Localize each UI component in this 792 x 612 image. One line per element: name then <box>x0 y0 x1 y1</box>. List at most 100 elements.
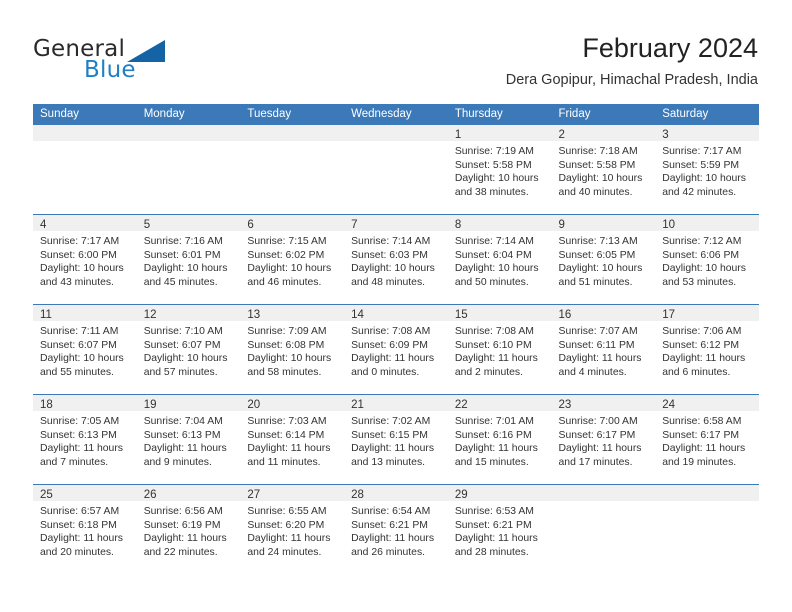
calendar-table: Sunday Monday Tuesday Wednesday Thursday… <box>33 104 759 574</box>
day-cell[interactable]: 2 Sunrise: 7:18 AM Sunset: 5:58 PM Dayli… <box>551 125 656 215</box>
day-cell[interactable]: 23 Sunrise: 7:00 AM Sunset: 6:17 PM Dayl… <box>551 394 656 485</box>
day-details <box>33 141 137 145</box>
day-cell[interactable] <box>655 484 759 574</box>
day-cell[interactable] <box>551 484 656 574</box>
day-details: Sunrise: 7:00 AM Sunset: 6:17 PM Dayligh… <box>552 411 656 469</box>
day-cell[interactable]: 15 Sunrise: 7:08 AM Sunset: 6:10 PM Dayl… <box>447 304 552 395</box>
day-details: Sunrise: 7:11 AM Sunset: 6:07 PM Dayligh… <box>33 321 137 379</box>
sunrise-text: Sunrise: 7:00 AM <box>558 416 638 427</box>
day-details: Sunrise: 7:16 AM Sunset: 6:01 PM Dayligh… <box>137 231 241 289</box>
day-cell[interactable]: 5 Sunrise: 7:16 AM Sunset: 6:01 PM Dayli… <box>136 214 241 305</box>
day-cell[interactable]: 26 Sunrise: 6:56 AM Sunset: 6:19 PM Dayl… <box>136 484 241 574</box>
sunset-text: Sunset: 5:58 PM <box>558 159 636 171</box>
day-cell[interactable]: 3 Sunrise: 7:17 AM Sunset: 5:59 PM Dayli… <box>655 125 759 215</box>
sunrise-text: Sunrise: 7:02 AM <box>351 416 431 427</box>
day-details: Sunrise: 7:18 AM Sunset: 5:58 PM Dayligh… <box>552 141 656 199</box>
day-cell[interactable]: 17 Sunrise: 7:06 AM Sunset: 6:12 PM Dayl… <box>655 304 759 395</box>
day-details: Sunrise: 6:56 AM Sunset: 6:19 PM Dayligh… <box>137 501 241 559</box>
day-number: 16 <box>551 305 656 321</box>
daylight-text-line2: and 48 minutes. <box>351 276 426 288</box>
sunrise-text: Sunrise: 7:04 AM <box>143 416 223 427</box>
day-number: 4 <box>33 215 137 231</box>
day-cell[interactable] <box>240 125 345 215</box>
day-details: Sunrise: 6:55 AM Sunset: 6:20 PM Dayligh… <box>240 501 344 559</box>
day-details: Sunrise: 6:57 AM Sunset: 6:18 PM Dayligh… <box>33 501 137 559</box>
daylight-text-line2: and 38 minutes. <box>454 186 529 198</box>
day-cell[interactable]: 9 Sunrise: 7:13 AM Sunset: 6:05 PM Dayli… <box>551 214 656 305</box>
day-cell[interactable]: 1 Sunrise: 7:19 AM Sunset: 5:58 PM Dayli… <box>447 125 552 215</box>
day-details <box>655 501 759 505</box>
day-number: 26 <box>136 485 241 501</box>
sunrise-text: Sunrise: 7:08 AM <box>454 326 534 337</box>
daylight-text-line1: Daylight: 10 hours <box>247 263 332 275</box>
daylight-text-line2: and 42 minutes. <box>662 186 737 198</box>
sunrise-text: Sunrise: 6:55 AM <box>247 506 327 517</box>
day-cell[interactable]: 22 Sunrise: 7:01 AM Sunset: 6:16 PM Dayl… <box>447 394 552 485</box>
day-cell[interactable]: 12 Sunrise: 7:10 AM Sunset: 6:07 PM Dayl… <box>136 304 241 395</box>
day-cell[interactable]: 4 Sunrise: 7:17 AM Sunset: 6:00 PM Dayli… <box>33 214 137 305</box>
day-cell[interactable]: 19 Sunrise: 7:04 AM Sunset: 6:13 PM Dayl… <box>136 394 241 485</box>
sunrise-text: Sunrise: 7:05 AM <box>40 416 120 427</box>
day-cell[interactable]: 18 Sunrise: 7:05 AM Sunset: 6:13 PM Dayl… <box>33 394 137 485</box>
day-cell[interactable]: 21 Sunrise: 7:02 AM Sunset: 6:15 PM Dayl… <box>344 394 448 485</box>
sunrise-text: Sunrise: 6:56 AM <box>143 506 223 517</box>
sunrise-text: Sunrise: 7:17 AM <box>662 146 742 157</box>
sunset-text: Sunset: 6:05 PM <box>558 249 636 261</box>
day-details: Sunrise: 7:09 AM Sunset: 6:08 PM Dayligh… <box>240 321 344 379</box>
day-details: Sunrise: 7:17 AM Sunset: 6:00 PM Dayligh… <box>33 231 137 289</box>
day-cell[interactable]: 20 Sunrise: 7:03 AM Sunset: 6:14 PM Dayl… <box>240 394 345 485</box>
sunrise-text: Sunrise: 7:11 AM <box>40 326 119 337</box>
day-number: 5 <box>136 215 241 231</box>
sunset-text: Sunset: 6:17 PM <box>558 429 636 441</box>
day-cell[interactable]: 7 Sunrise: 7:14 AM Sunset: 6:03 PM Dayli… <box>344 214 448 305</box>
day-cell[interactable]: 25 Sunrise: 6:57 AM Sunset: 6:18 PM Dayl… <box>33 484 137 574</box>
day-details <box>240 141 344 145</box>
day-cell[interactable]: 14 Sunrise: 7:08 AM Sunset: 6:09 PM Dayl… <box>344 304 448 395</box>
day-cell[interactable]: 28 Sunrise: 6:54 AM Sunset: 6:21 PM Dayl… <box>344 484 448 574</box>
daylight-text-line2: and 13 minutes. <box>351 456 426 468</box>
day-number: 12 <box>136 305 241 321</box>
sunset-text: Sunset: 6:11 PM <box>558 339 635 351</box>
daylight-text-line2: and 26 minutes. <box>351 546 426 558</box>
daylight-text-line1: Daylight: 10 hours <box>143 263 228 275</box>
sunset-text: Sunset: 6:15 PM <box>351 429 428 441</box>
daylight-text-line2: and 51 minutes. <box>558 276 633 288</box>
sunrise-text: Sunrise: 7:10 AM <box>143 326 223 337</box>
day-cell[interactable]: 11 Sunrise: 7:11 AM Sunset: 6:07 PM Dayl… <box>33 304 137 395</box>
day-number: 2 <box>551 125 656 141</box>
weekday-header-friday: Friday <box>551 104 656 125</box>
daylight-text-line2: and 9 minutes. <box>143 456 212 468</box>
day-cell[interactable]: 27 Sunrise: 6:55 AM Sunset: 6:20 PM Dayl… <box>240 484 345 574</box>
sunset-text: Sunset: 6:18 PM <box>40 519 117 531</box>
sunrise-text: Sunrise: 6:57 AM <box>40 506 120 517</box>
day-number <box>655 485 759 501</box>
weekday-header-thursday: Thursday <box>447 104 552 125</box>
daylight-text-line1: Daylight: 10 hours <box>558 173 643 185</box>
day-cell[interactable]: 8 Sunrise: 7:14 AM Sunset: 6:04 PM Dayli… <box>447 214 552 305</box>
weekday-header-tuesday: Tuesday <box>240 104 345 125</box>
day-number: 13 <box>240 305 345 321</box>
day-number: 1 <box>447 125 552 141</box>
day-cell[interactable]: 16 Sunrise: 7:07 AM Sunset: 6:11 PM Dayl… <box>551 304 656 395</box>
sunset-text: Sunset: 6:12 PM <box>662 339 740 351</box>
sunset-text: Sunset: 6:00 PM <box>40 249 117 261</box>
day-number <box>551 485 656 501</box>
day-cell[interactable]: 24 Sunrise: 6:58 AM Sunset: 6:17 PM Dayl… <box>655 394 759 485</box>
day-number: 17 <box>655 305 759 321</box>
day-details: Sunrise: 7:19 AM Sunset: 5:58 PM Dayligh… <box>448 141 552 199</box>
day-cell[interactable]: 13 Sunrise: 7:09 AM Sunset: 6:08 PM Dayl… <box>240 304 345 395</box>
day-cell[interactable] <box>136 125 241 215</box>
day-cell[interactable]: 6 Sunrise: 7:15 AM Sunset: 6:02 PM Dayli… <box>240 214 345 305</box>
daylight-text-line2: and 57 minutes. <box>143 366 218 378</box>
generalblue-logo[interactable]: General Blue <box>33 36 213 88</box>
day-cell[interactable] <box>33 125 137 215</box>
daylight-text-line1: Daylight: 10 hours <box>662 173 746 185</box>
day-details: Sunrise: 7:12 AM Sunset: 6:06 PM Dayligh… <box>655 231 759 289</box>
sunrise-text: Sunrise: 7:14 AM <box>454 236 534 247</box>
day-cell[interactable] <box>344 125 448 215</box>
day-cell[interactable]: 10 Sunrise: 7:12 AM Sunset: 6:06 PM Dayl… <box>655 214 759 305</box>
sunset-text: Sunset: 6:03 PM <box>351 249 428 261</box>
day-number: 29 <box>447 485 552 501</box>
day-cell[interactable]: 29 Sunrise: 6:53 AM Sunset: 6:21 PM Dayl… <box>447 484 552 574</box>
daylight-text-line1: Daylight: 11 hours <box>40 533 123 545</box>
